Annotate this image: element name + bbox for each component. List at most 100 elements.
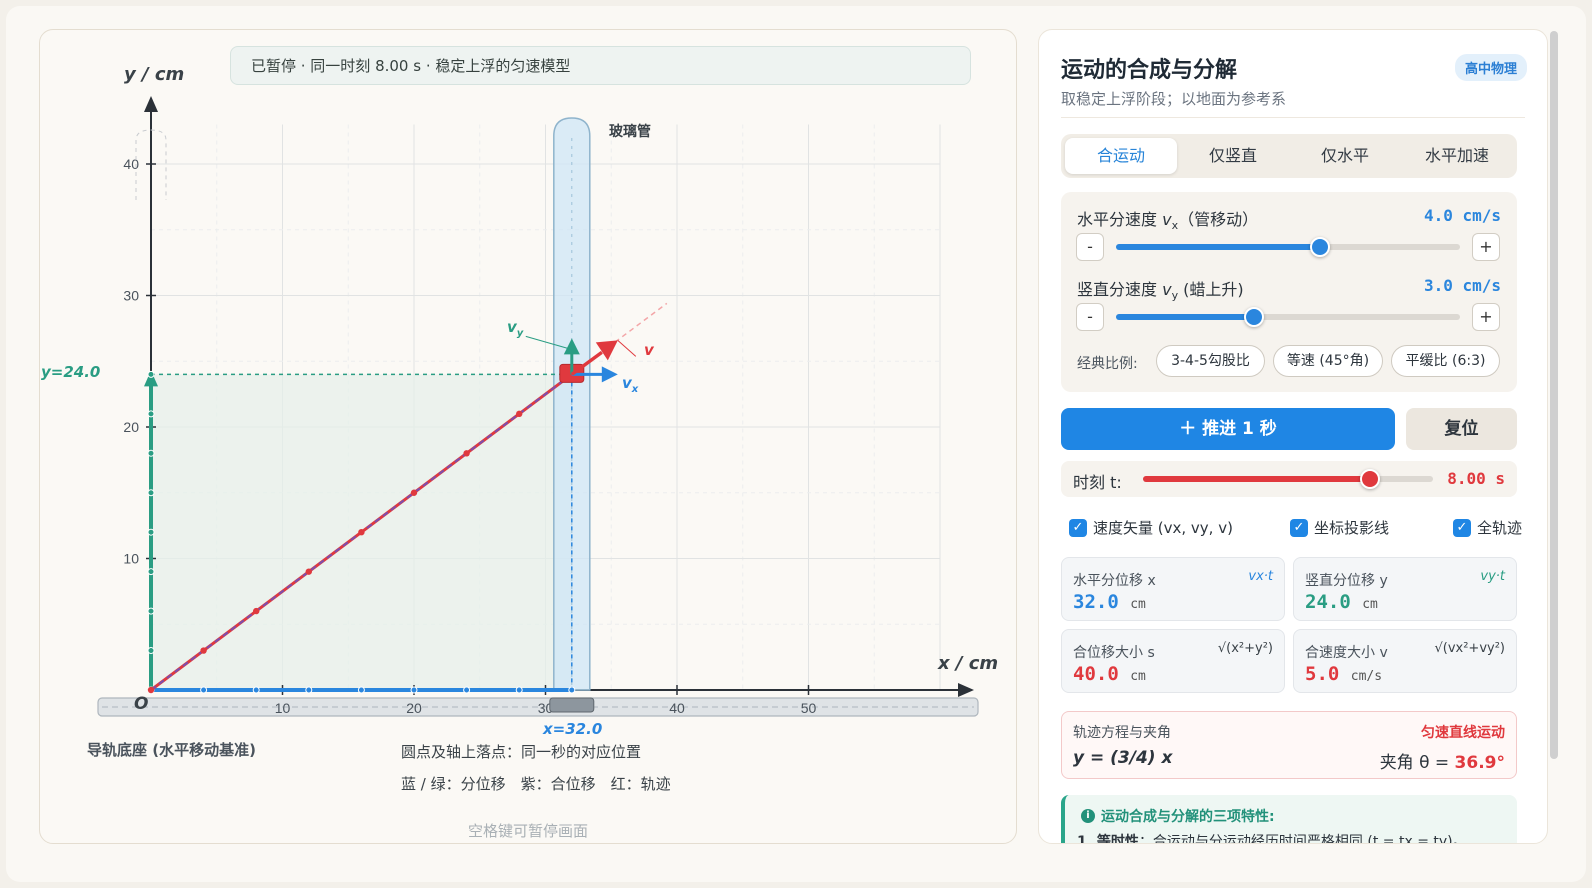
y-position-dot bbox=[147, 410, 155, 418]
vx-arrowhead bbox=[601, 366, 618, 383]
x-tick-label: 20 bbox=[406, 700, 422, 716]
x-position-dot bbox=[463, 686, 471, 694]
control-panel: 运动的合成与分解 高中物理 取稳定上浮阶段；以地面为参考系 合运动 仅竖直 仅水… bbox=[1038, 29, 1548, 844]
card-total-displacement: 合位移大小 s √(x²+y²) 40.0 cm bbox=[1061, 629, 1285, 693]
advance-button[interactable]: ＋ 推进 1 秒 bbox=[1061, 408, 1395, 450]
simulation-stage[interactable]: 已暂停 · 同一时刻 8.00 s · 稳定上浮的匀速模型 10 20 30 40 10… bbox=[39, 29, 1017, 844]
space-hint: 空格键可暂停画面 bbox=[467, 822, 588, 840]
vx-slider[interactable] bbox=[1116, 237, 1460, 257]
trajectory-point bbox=[147, 686, 155, 694]
tab-horizontal-only[interactable]: 仅水平 bbox=[1289, 138, 1401, 174]
info-line-1: 1. 等时性：合运动与分运动经历时间严格相同 (t = tx = ty)。 bbox=[1077, 834, 1467, 844]
legend-line-2: 蓝 / 绿：分位移 紫：合位移 红：轨迹 bbox=[401, 775, 671, 793]
x-position-dot bbox=[252, 686, 260, 694]
vy-label: 竖直分速度 vy (蜡上升) bbox=[1077, 280, 1244, 303]
trajectory-point bbox=[358, 529, 365, 536]
time-slider[interactable] bbox=[1143, 469, 1433, 489]
x-tick-label: 10 bbox=[275, 700, 291, 716]
v-leader bbox=[617, 340, 637, 357]
trajectory-point bbox=[305, 568, 312, 575]
x-axis-label: x / cm bbox=[938, 653, 999, 674]
vx-value: 4.0 cm/s bbox=[1423, 206, 1501, 225]
tab-horizontal-accel[interactable]: 水平加速 bbox=[1401, 138, 1513, 174]
tab-vertical-only[interactable]: 仅竖直 bbox=[1177, 138, 1289, 174]
checkbox-icon: ✓ bbox=[1453, 518, 1471, 537]
origin-label: O bbox=[134, 694, 149, 714]
coordinate-plot: 1020304010 20 30 40 50 bbox=[97, 96, 979, 717]
y-position-dot bbox=[147, 647, 155, 655]
y-tick-label: 30 bbox=[123, 288, 139, 304]
x-position-dot bbox=[305, 686, 313, 694]
info-box: i 运动合成与分解的三项特性: 1. 等时性：合运动与分运动经历时间严格相同 (t… bbox=[1061, 795, 1517, 844]
reset-button[interactable]: 复位 bbox=[1406, 408, 1517, 450]
vy-increment-button[interactable]: + bbox=[1472, 303, 1500, 331]
tube-label: 玻璃管 bbox=[609, 124, 651, 140]
y-position-dot bbox=[147, 370, 155, 378]
vy-slider-thumb[interactable] bbox=[1243, 307, 1264, 327]
trajectory-point bbox=[253, 607, 260, 615]
y-position-dot bbox=[147, 607, 155, 615]
y-tick-label: 40 bbox=[123, 156, 139, 172]
app-window: 已暂停 · 同一时刻 8.00 s · 稳定上浮的匀速模型 10 20 30 40 10… bbox=[6, 6, 1586, 882]
v-arrowhead bbox=[595, 340, 618, 361]
time-value: 8.00 s bbox=[1447, 469, 1505, 488]
x-readout: x=32.0 bbox=[543, 720, 603, 738]
y-axis-label: y / cm bbox=[124, 64, 185, 85]
vy-decrement-button[interactable]: - bbox=[1076, 303, 1104, 331]
trajectory-point bbox=[516, 410, 523, 418]
vx-label: 水平分速度 vx（管移动） bbox=[1077, 210, 1259, 233]
legend-line-1: 圆点及轴上落点：同一秒的对应位置 bbox=[401, 743, 642, 761]
panel-subtitle: 取稳定上浮阶段；以地面为参考系 bbox=[1061, 90, 1287, 108]
presets-label: 经典比例: bbox=[1077, 356, 1138, 372]
y-position-dot bbox=[147, 449, 155, 457]
time-control: 时刻 t: 8.00 s bbox=[1061, 461, 1517, 497]
checkbox-full-trajectory[interactable]: ✓ 全轨迹 bbox=[1453, 517, 1522, 538]
y-axis-arrow bbox=[144, 96, 158, 112]
y-tick-label: 10 bbox=[123, 551, 139, 567]
vx-slider-thumb[interactable] bbox=[1310, 237, 1331, 257]
time-slider-thumb[interactable] bbox=[1360, 469, 1381, 489]
vy-slider[interactable] bbox=[1116, 307, 1460, 327]
time-label: 时刻 t: bbox=[1073, 473, 1122, 492]
card-total-velocity: 合速度大小 v √(vx²+vy²) 5.0 cm/s bbox=[1293, 629, 1517, 693]
y-position-dot bbox=[147, 568, 155, 576]
preset-345-button[interactable]: 3-4-5勾股比 bbox=[1156, 345, 1265, 377]
panel-scrollbar[interactable] bbox=[1550, 31, 1558, 759]
mode-tabs: 合运动 仅竖直 仅水平 水平加速 bbox=[1061, 134, 1517, 178]
x-position-dot bbox=[200, 686, 208, 694]
y-tick-label: 20 bbox=[123, 419, 139, 435]
vx-label: vx bbox=[622, 374, 639, 395]
trajectory-card: 轨迹方程与夹角 匀速直线运动 y = (3/4) x 夹角 θ = 36.9° bbox=[1061, 711, 1517, 779]
tab-combined[interactable]: 合运动 bbox=[1065, 138, 1177, 174]
checkbox-velocity-vectors[interactable]: ✓ 速度矢量 (vx, vy, v) bbox=[1069, 517, 1233, 538]
velocity-controls: 水平分速度 vx（管移动） 4.0 cm/s - + 竖直分速度 vy (蜡上升… bbox=[1061, 192, 1517, 392]
y-readout: y=24.0 bbox=[41, 363, 101, 381]
checkbox-projection-lines[interactable]: ✓ 坐标投影线 bbox=[1290, 517, 1389, 538]
v-label: v bbox=[644, 341, 654, 359]
angle-readout: 夹角 θ = 36.9° bbox=[1379, 753, 1505, 773]
trajectory-point bbox=[410, 489, 418, 496]
panel-title: 运动的合成与分解 bbox=[1061, 58, 1238, 83]
checkbox-icon: ✓ bbox=[1290, 518, 1308, 537]
preset-gentle-button[interactable]: 平缓比 (6:3) bbox=[1391, 345, 1500, 377]
card-x-displacement: 水平分位移 x vx·t 32.0 cm bbox=[1061, 557, 1285, 621]
info-icon: i bbox=[1081, 809, 1095, 823]
x-tick-label: 40 bbox=[669, 700, 685, 716]
motion-type: 匀速直线运动 bbox=[1421, 725, 1505, 741]
card-y-displacement: 竖直分位移 y vy·t 24.0 cm bbox=[1293, 557, 1517, 621]
y-position-dot bbox=[147, 489, 155, 497]
x-tick-label: 50 bbox=[801, 700, 817, 716]
rail-label: 导轨底座 (水平移动基准) bbox=[87, 741, 256, 759]
vy-label: vy bbox=[507, 318, 524, 339]
trajectory-equation: y = (3/4) x bbox=[1073, 748, 1173, 768]
x-position-dot bbox=[357, 686, 365, 694]
x-position-dot bbox=[515, 686, 523, 694]
vy-value: 3.0 cm/s bbox=[1423, 276, 1501, 295]
vx-decrement-button[interactable]: - bbox=[1076, 233, 1104, 261]
vx-increment-button[interactable]: + bbox=[1472, 233, 1500, 261]
x-position-dot bbox=[568, 686, 576, 694]
subject-badge: 高中物理 bbox=[1454, 54, 1527, 81]
checkbox-icon: ✓ bbox=[1069, 518, 1087, 537]
preset-45deg-button[interactable]: 等速 (45°角) bbox=[1273, 345, 1383, 377]
trajectory-point bbox=[463, 450, 470, 457]
